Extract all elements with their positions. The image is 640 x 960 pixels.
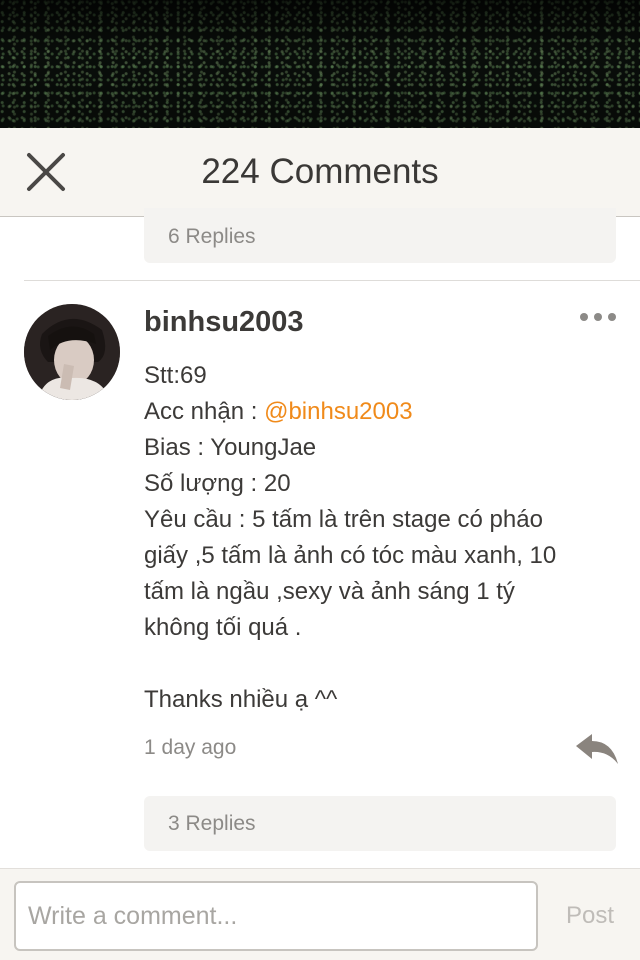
comment-line-request-3: tấm là ngầu ,sexy và ảnh sáng 1 tý [144,578,515,605]
comment-composer: Post [0,868,640,960]
view-replies-button[interactable]: 6 Replies [144,208,616,263]
comment-line-acc: Acc nhận : @binhsu2003 [144,394,614,430]
comment-timestamp: 1 day ago [144,736,237,759]
comment-line-thanks: Thanks nhiều ạ ^^ [144,686,338,713]
user-mention-link[interactable]: @binhsu2003 [264,398,412,425]
comment-username[interactable]: binhsu2003 [144,306,304,339]
comments-header: 224 Comments [0,128,640,217]
close-icon [27,153,65,191]
avatar-photo [24,304,120,400]
reply-arrow-icon [576,734,618,764]
acc-label: Acc nhận : [144,398,265,425]
cover-image-overlay [0,0,640,128]
comment-line-quantity: Số lượng : 20 [144,470,291,497]
post-button[interactable]: Post [560,881,620,951]
more-options-icon [580,313,616,321]
comment-line-request-1: Yêu cầu : 5 tấm là trên stage có pháo [144,506,543,533]
comment-line-stt: Stt:69 [144,362,207,389]
close-button[interactable] [22,148,70,196]
page-title: 224 Comments [201,152,439,191]
comment-line-request-4: không tối quá . [144,614,302,641]
comment-line-bias: Bias : YoungJae [144,434,317,461]
comment-text: Stt:69 Acc nhận : @binhsu2003 Bias : You… [144,358,614,646]
comment-line-request-2: giấy ,5 tấm là ảnh có tóc màu xanh, 10 [144,542,557,569]
reply-button[interactable] [574,732,620,766]
comment-divider [24,280,640,281]
comment-input[interactable] [14,881,538,951]
view-replies-button[interactable]: 3 Replies [144,796,616,851]
avatar[interactable] [24,304,120,400]
more-options-button[interactable] [578,306,618,328]
